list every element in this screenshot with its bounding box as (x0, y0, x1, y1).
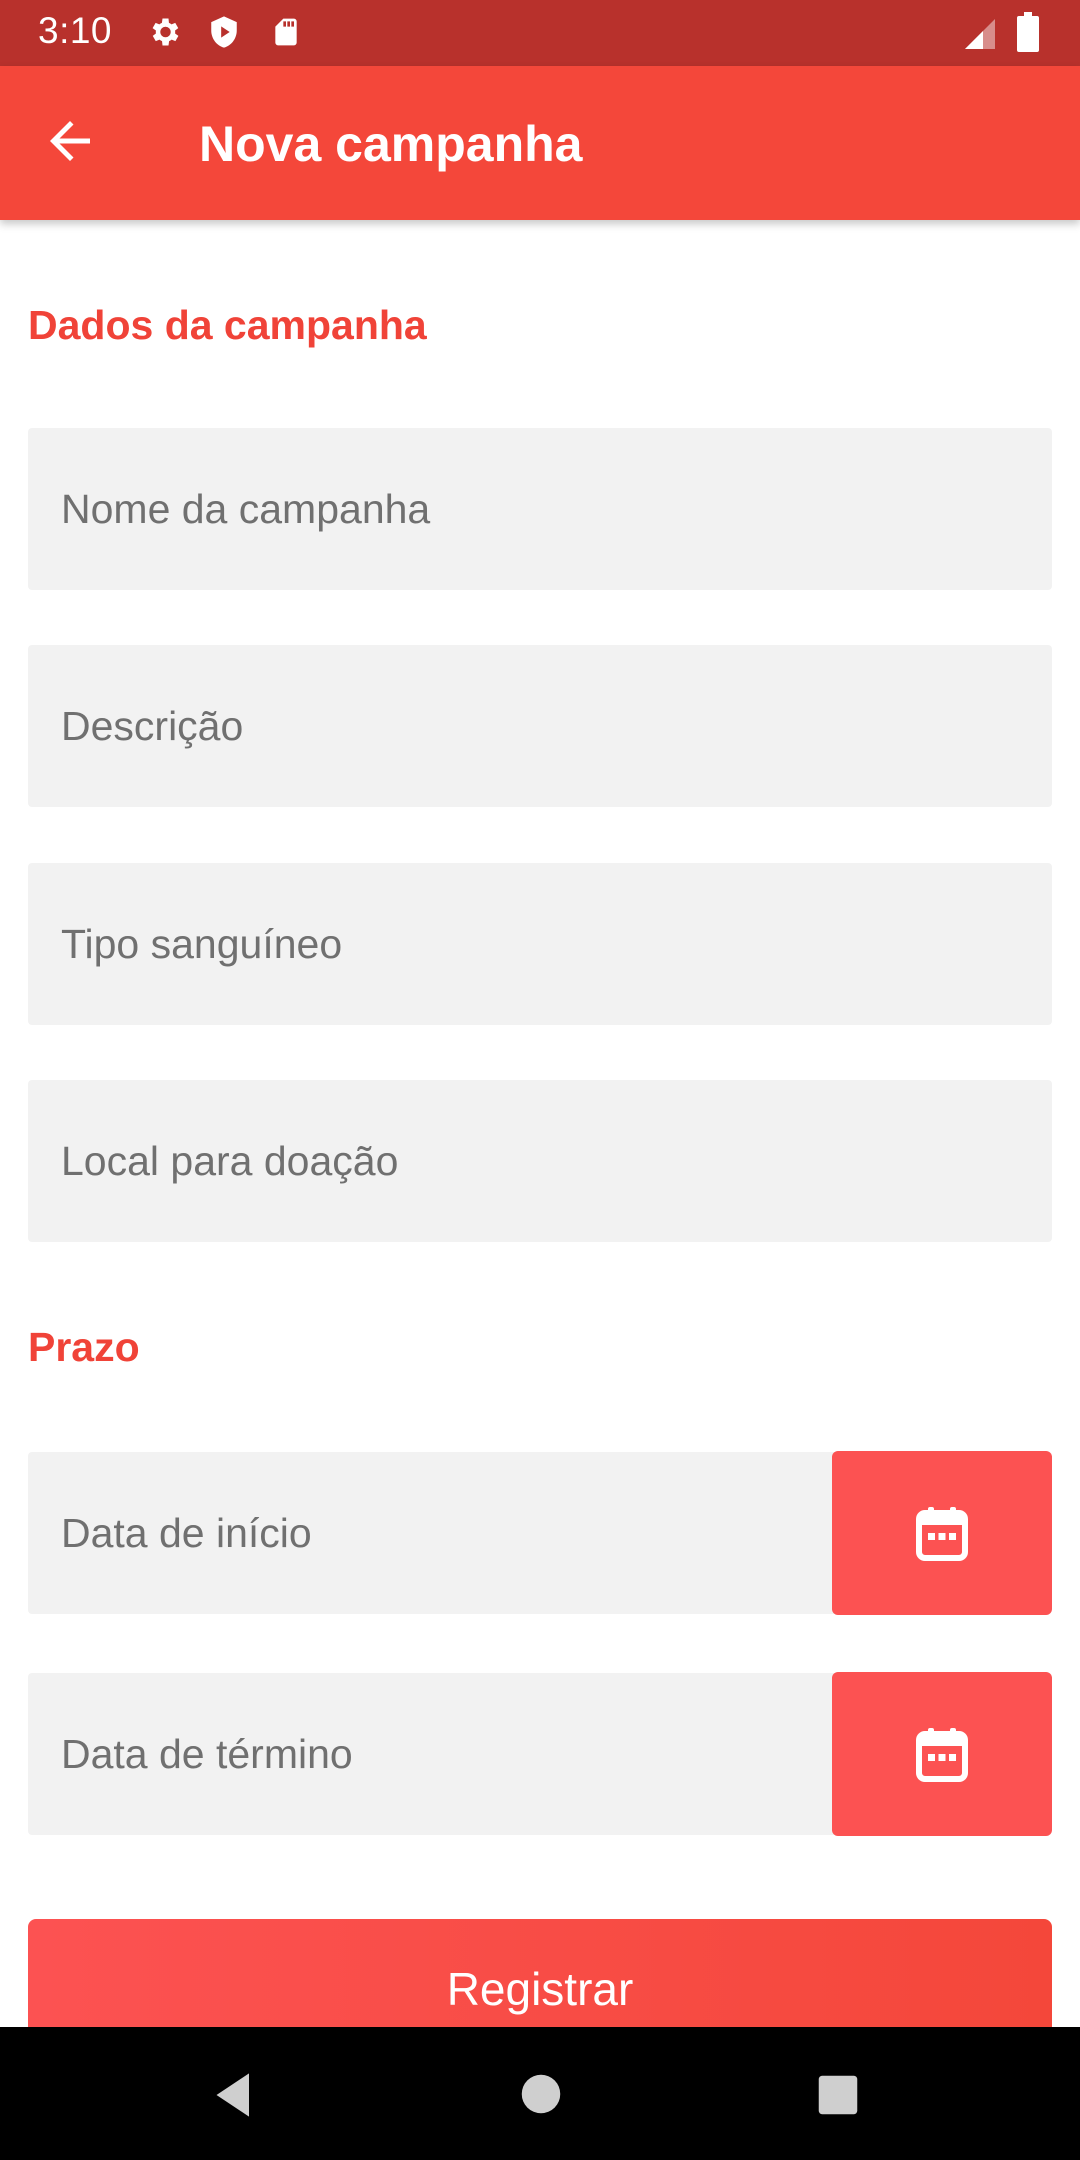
section-title-campaign: Dados da campanha (28, 302, 427, 348)
end-date-input[interactable] (28, 1673, 858, 1835)
arrow-back-icon (50, 121, 90, 161)
page-title: Nova campanha (199, 116, 583, 172)
sd-card-icon (270, 14, 302, 55)
home-circle-icon (521, 2074, 561, 2114)
signal-icon (962, 16, 998, 57)
nav-recents-button[interactable] (817, 2074, 859, 2121)
recents-square-icon (818, 2075, 858, 2115)
register-button-label: Registrar (446, 1963, 634, 2015)
nav-back-button[interactable] (210, 2069, 262, 2126)
status-bar: 3:10 (0, 0, 1080, 66)
description-field[interactable] (28, 645, 1052, 807)
end-date-field[interactable] (28, 1673, 858, 1835)
start-date-input[interactable] (28, 1452, 858, 1614)
back-triangle-icon (216, 2073, 249, 2117)
start-date-calendar-button[interactable] (832, 1451, 1052, 1615)
calendar-icon (916, 1728, 968, 1782)
app-bar: Nova campanha (0, 66, 1080, 220)
system-nav-bar (0, 2027, 1080, 2160)
campaign-name-field[interactable] (28, 428, 1052, 590)
blood-type-input[interactable] (28, 863, 1052, 1025)
end-date-calendar-button[interactable] (832, 1672, 1052, 1836)
description-input[interactable] (28, 645, 1052, 807)
status-time: 3:10 (38, 10, 113, 51)
donation-location-input[interactable] (28, 1080, 1052, 1242)
donation-location-field[interactable] (28, 1080, 1052, 1242)
calendar-icon (916, 1507, 968, 1561)
section-title-deadline: Prazo (28, 1324, 140, 1370)
shield-icon (207, 14, 241, 55)
nav-home-button[interactable] (520, 2073, 562, 2120)
blood-type-field[interactable] (28, 863, 1052, 1025)
gear-icon (146, 14, 182, 55)
start-date-field[interactable] (28, 1452, 858, 1614)
campaign-name-input[interactable] (28, 428, 1052, 590)
back-button[interactable] (40, 111, 112, 175)
battery-icon (1016, 12, 1040, 57)
